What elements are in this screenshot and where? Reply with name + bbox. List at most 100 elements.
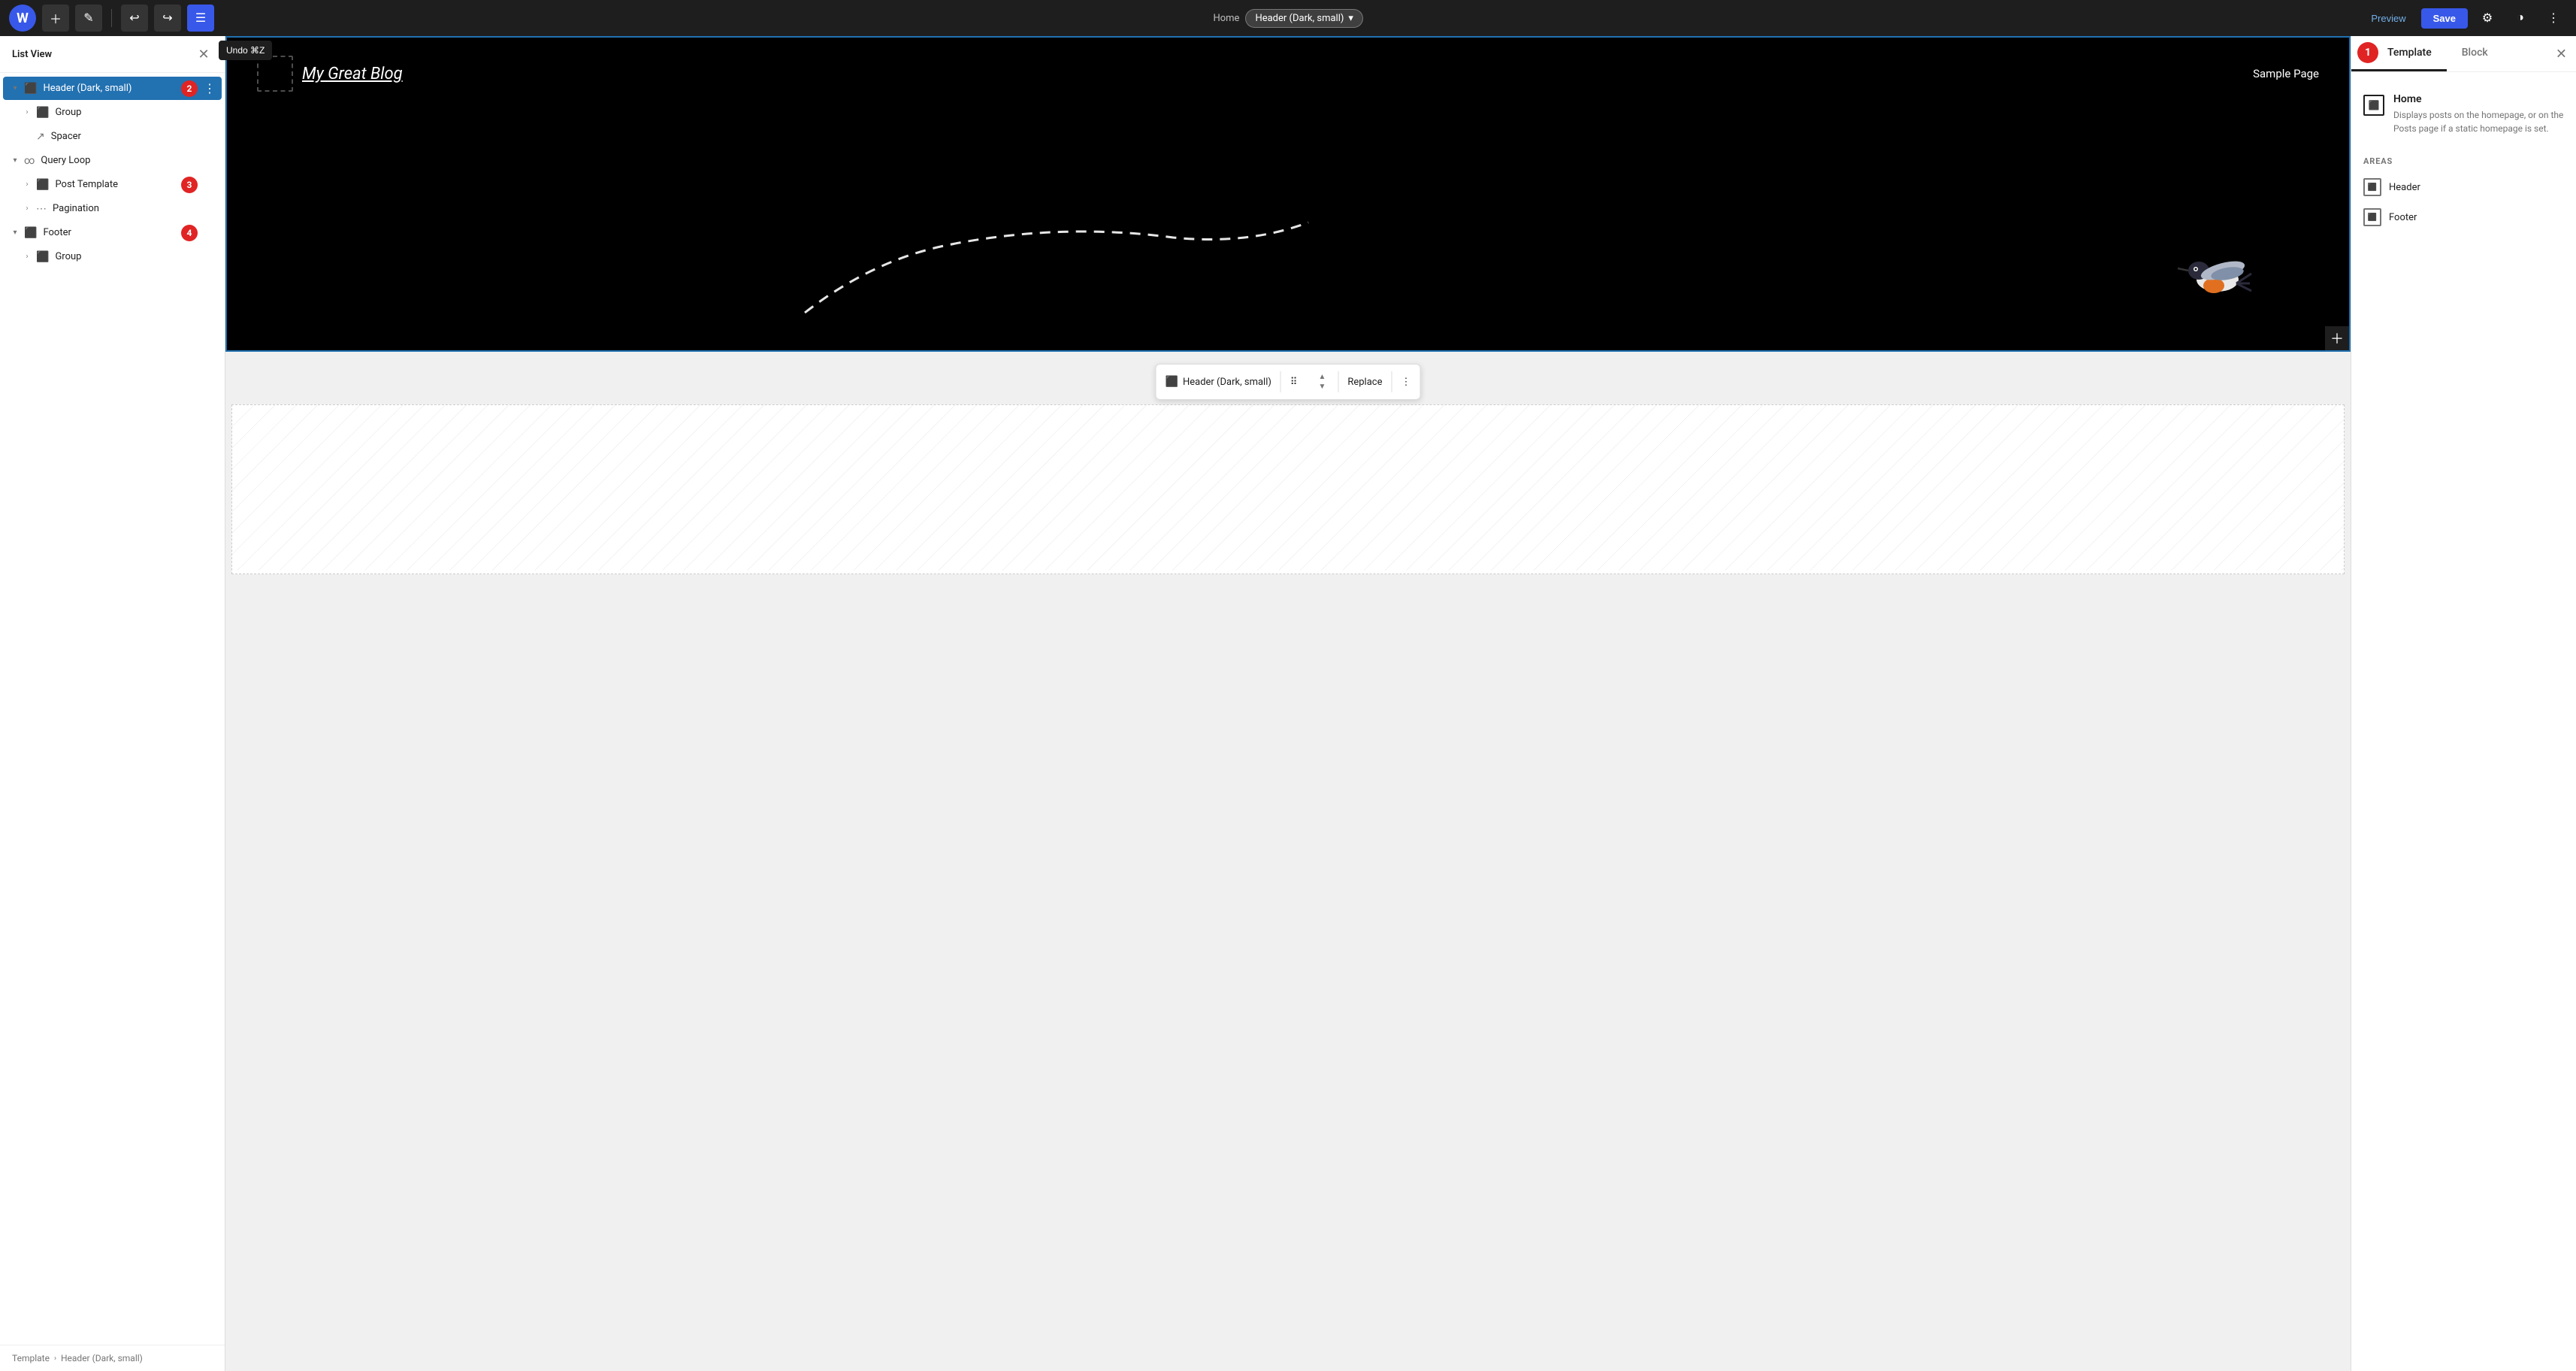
move-down-button[interactable]: ▼: [1315, 382, 1329, 392]
header-more-icon[interactable]: ⋮: [204, 81, 216, 95]
add-block-button[interactable]: ＋: [42, 5, 69, 32]
bird-image: [2176, 242, 2259, 313]
spacer-block-icon: ↗: [36, 131, 45, 143]
canvas-area[interactable]: My Great Blog Sample Page: [225, 36, 2351, 1371]
wp-logo-icon: W: [17, 11, 29, 26]
wp-logo-button[interactable]: W: [9, 5, 36, 32]
pagination-block-icon: ⋯: [36, 203, 47, 215]
home-template-icon: ⬛: [2363, 95, 2384, 116]
block-move-arrows[interactable]: ▲ ▼: [1306, 368, 1338, 396]
area-item-footer[interactable]: ⬛ Footer: [2363, 202, 2564, 232]
area-item-header[interactable]: ⬛ Header: [2363, 172, 2564, 202]
bird-svg: [2176, 242, 2259, 310]
nav-links: Sample Page: [2253, 67, 2319, 80]
home-template-text: Home Displays posts on the homepage, or …: [2393, 93, 2564, 135]
add-block-corner-button[interactable]: ＋: [2325, 326, 2349, 350]
spacer-item-label: Spacer: [51, 131, 201, 142]
tree-item-header[interactable]: ⬛ Header (Dark, small) 2 ⋮: [3, 77, 222, 100]
block-more-options[interactable]: ⋮: [1392, 372, 1420, 392]
list-view-button[interactable]: ☰: [187, 5, 214, 32]
tab-block[interactable]: Block: [2447, 36, 2503, 71]
query-loop-chevron-icon: [9, 156, 21, 165]
tree-item-post-template[interactable]: ⬛ Post Template 3 ⋮: [3, 173, 222, 196]
home-template-desc: Displays posts on the homepage, or on th…: [2393, 108, 2564, 135]
replace-button[interactable]: Replace: [1338, 372, 1391, 392]
drag-dots-icon: ⠿: [1290, 377, 1298, 388]
settings-button[interactable]: ⚙: [2474, 5, 2501, 32]
tree-item-group-1[interactable]: ⬛ Group ⋮: [3, 101, 222, 124]
right-sidebar-content: ⬛ Home Displays posts on the homepage, o…: [2351, 72, 2576, 244]
floating-toolbar: ⬛ Header (Dark, small) ⠿ ▲ ▼ Replace ⋮: [1156, 364, 1421, 400]
footer-item-label: Footer: [43, 227, 201, 238]
tree-item-query-loop[interactable]: ∞ Query Loop ⋮: [3, 149, 222, 172]
dashed-path-svg: [265, 215, 1856, 320]
move-up-button[interactable]: ▲: [1315, 372, 1329, 382]
tools-button[interactable]: ✎: [75, 5, 102, 32]
top-toolbar: W ＋ ✎ ↩ Undo ⌘Z ↪ ☰ Home Header (Dark, s…: [0, 0, 2576, 36]
more-options-button[interactable]: ⋮: [2540, 5, 2567, 32]
query-loop-block-icon: ∞: [24, 155, 35, 167]
tree-item-group-2[interactable]: ⬛ Group ⋮: [3, 245, 222, 268]
preview-button[interactable]: Preview: [2362, 8, 2414, 29]
query-loop-item-label: Query Loop: [41, 155, 201, 166]
redo-button[interactable]: ↪: [154, 5, 181, 32]
post-template-item-label: Post Template: [55, 179, 201, 190]
block-drag-dots[interactable]: ⠿: [1281, 372, 1307, 392]
header-nav: My Great Blog Sample Page: [227, 38, 2349, 110]
toolbar-right: Preview Save ⚙ ◑ ⋮: [2362, 5, 2567, 32]
replace-label: Replace: [1347, 377, 1382, 388]
header-badge: 2: [181, 80, 198, 97]
header-area-icon: ⬛: [2363, 178, 2381, 196]
undo-tooltip: Undo ⌘Z: [219, 41, 272, 60]
breadcrumb-current-label: Header (Dark, small): [61, 1353, 143, 1363]
block-type-icon: ⬛: [1166, 376, 1178, 388]
breadcrumb-home: Home: [1213, 13, 1239, 24]
group1-item-label: Group: [55, 107, 201, 118]
tree-item-spacer[interactable]: ↗ Spacer ⋮: [3, 125, 222, 148]
theme-button[interactable]: ◑: [2507, 5, 2534, 32]
group1-block-icon: ⬛: [36, 107, 49, 119]
footer-area-icon: ⬛: [2363, 208, 2381, 226]
right-sidebar-header: 1 Template Block ✕: [2351, 36, 2576, 72]
move-arrows-container: ▲ ▼: [1315, 372, 1329, 392]
group2-chevron-icon: [21, 253, 33, 261]
footer-chevron-icon: [9, 228, 21, 237]
block-drag-handle[interactable]: ⬛ Header (Dark, small): [1156, 371, 1280, 392]
footer-area-label: Footer: [2389, 212, 2417, 223]
empty-area-pattern: [232, 405, 2344, 570]
post-template-block-icon: ⬛: [36, 179, 49, 191]
footer-badge: 4: [181, 225, 198, 241]
main-layout: List View ✕ ⬛ Header (Dark, small) 2 ⋮ ⬛…: [0, 36, 2576, 1371]
sidebar-close-button[interactable]: ✕: [195, 45, 213, 63]
breadcrumb-chevron-icon: ▾: [1348, 13, 1353, 24]
post-template-chevron-icon: [21, 180, 33, 189]
more-options-icon: ⋮: [1401, 377, 1410, 388]
home-template-title: Home: [2393, 93, 2564, 105]
post-template-badge: 3: [181, 177, 198, 193]
group1-chevron-icon: [21, 108, 33, 117]
header-area-label: Header: [2389, 182, 2420, 193]
save-button[interactable]: Save: [2421, 8, 2468, 29]
right-sidebar: 1 Template Block ✕ ⬛ Home Displays posts…: [2351, 36, 2576, 1371]
site-title: My Great Blog: [302, 65, 403, 83]
toolbar-center: Home Header (Dark, small) ▾: [220, 9, 2356, 28]
header-block[interactable]: My Great Blog Sample Page: [225, 36, 2351, 352]
areas-label: AREAS: [2363, 156, 2564, 166]
breadcrumb-template-label: Template: [12, 1353, 50, 1363]
pagination-item-label: Pagination: [53, 203, 201, 214]
breadcrumb-separator-icon: ›: [54, 1354, 56, 1363]
header-block-icon: ⬛: [24, 83, 37, 95]
sidebar-title: List View: [12, 49, 52, 60]
footer-block-icon: ⬛: [24, 227, 37, 239]
header-chevron-icon: [9, 84, 21, 92]
site-logo-area: My Great Blog: [257, 56, 403, 92]
query-loop-canvas-area[interactable]: [231, 404, 2345, 574]
tree-item-footer[interactable]: ⬛ Footer 4 ⋮: [3, 221, 222, 244]
undo-button[interactable]: ↩ Undo ⌘Z: [121, 5, 148, 32]
sidebar-breadcrumb: Template › Header (Dark, small): [0, 1345, 225, 1371]
breadcrumb-pill[interactable]: Header (Dark, small) ▾: [1245, 9, 1362, 28]
tree-item-pagination[interactable]: ⋯ Pagination ⋮: [3, 197, 222, 220]
right-sidebar-close-button[interactable]: ✕: [2556, 46, 2567, 62]
left-sidebar: List View ✕ ⬛ Header (Dark, small) 2 ⋮ ⬛…: [0, 36, 225, 1371]
group2-block-icon: ⬛: [36, 251, 49, 263]
